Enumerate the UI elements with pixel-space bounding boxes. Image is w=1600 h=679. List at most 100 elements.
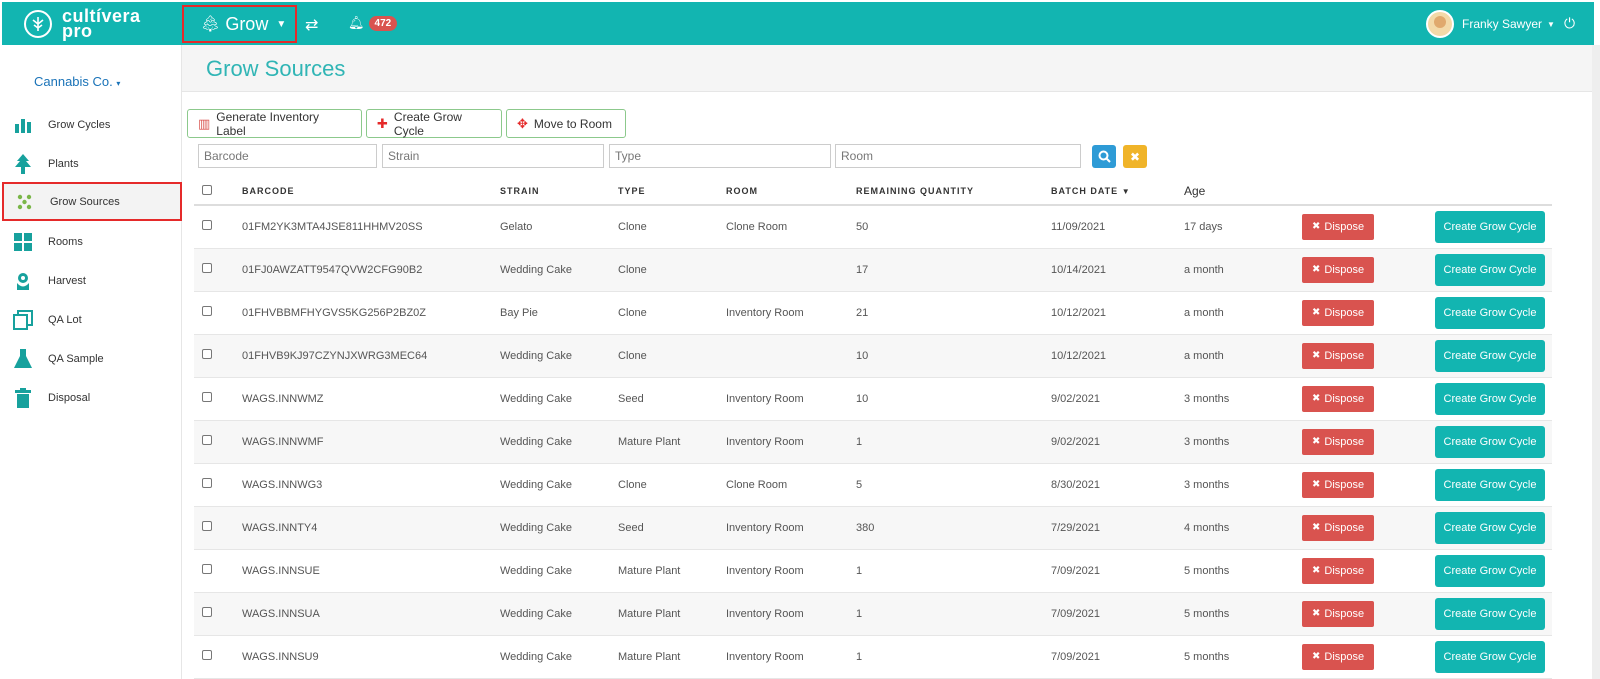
generate-inventory-label-button[interactable]: ▥ Generate Inventory Label bbox=[187, 109, 362, 138]
row-checkbox[interactable] bbox=[202, 392, 212, 402]
row-checkbox[interactable] bbox=[202, 478, 212, 488]
logo[interactable]: cultívera pro bbox=[24, 7, 141, 40]
sidebar-item-qa-lot[interactable]: QA Lot bbox=[2, 300, 182, 339]
dispose-button[interactable]: ✖ Dispose bbox=[1302, 213, 1375, 240]
swap-icon[interactable]: ⇄ bbox=[305, 15, 318, 35]
move-icon: ✥ bbox=[517, 115, 528, 131]
dispose-button[interactable]: ✖ Dispose bbox=[1302, 385, 1375, 412]
tree-icon bbox=[12, 153, 34, 175]
sidebar-item-disposal[interactable]: Disposal bbox=[2, 378, 182, 417]
create-grow-cycle-row-button[interactable]: Create Grow Cycle bbox=[1435, 425, 1545, 458]
create-grow-cycle-row-button[interactable]: Create Grow Cycle bbox=[1435, 296, 1545, 329]
cell-room: Inventory Room bbox=[726, 377, 856, 421]
dispose-button[interactable]: ✖ Dispose bbox=[1302, 471, 1375, 498]
row-checkbox[interactable] bbox=[202, 564, 212, 574]
cell-age: a month bbox=[1184, 291, 1302, 335]
dispose-button[interactable]: ✖ Dispose bbox=[1302, 514, 1375, 541]
column-header-strain[interactable]: STRAIN bbox=[500, 177, 618, 206]
row-checkbox[interactable] bbox=[202, 263, 212, 273]
module-dropdown[interactable]: 🌲︎ Grow ▼ bbox=[182, 5, 297, 43]
sidebar-item-label: QA Sample bbox=[48, 352, 104, 365]
table-row: WAGS.INNWMZ Wedding Cake Seed Inventory Roo… bbox=[194, 377, 1552, 421]
sidebar-item-label: Disposal bbox=[48, 391, 91, 404]
row-checkbox[interactable] bbox=[202, 435, 212, 445]
column-header-age[interactable]: Age bbox=[1184, 177, 1302, 206]
cell-type: Clone bbox=[618, 248, 726, 292]
cell-barcode: WAGS.INNSU9 bbox=[242, 635, 500, 679]
title-bar: Grow Sources bbox=[182, 45, 1594, 92]
row-checkbox[interactable] bbox=[202, 521, 212, 531]
cell-strain: Wedding Cake bbox=[500, 549, 618, 593]
column-header-type[interactable]: TYPE bbox=[618, 177, 726, 206]
row-checkbox[interactable] bbox=[202, 349, 212, 359]
button-label: Create Grow Cycle bbox=[393, 109, 462, 138]
cell-remaining-quantity: 1 bbox=[856, 420, 1051, 464]
create-grow-cycle-row-button[interactable]: Create Grow Cycle bbox=[1435, 554, 1545, 587]
cell-type: Clone bbox=[618, 205, 726, 249]
sidebar-item-label: QA Lot bbox=[48, 313, 82, 326]
strain-filter-input[interactable] bbox=[382, 144, 604, 168]
flask-icon bbox=[12, 348, 34, 370]
grid-icon bbox=[12, 231, 34, 253]
cell-barcode: WAGS.INNSUE bbox=[242, 549, 500, 593]
search-icon bbox=[1098, 150, 1111, 163]
button-label: Generate Inventory Label bbox=[216, 109, 320, 138]
sidebar-item-grow-cycles[interactable]: Grow Cycles bbox=[2, 105, 182, 144]
cell-remaining-quantity: 1 bbox=[856, 592, 1051, 636]
cell-remaining-quantity: 5 bbox=[856, 463, 1051, 507]
column-header-room[interactable]: ROOM bbox=[726, 177, 856, 206]
create-grow-cycle-button[interactable]: ✚ Create Grow Cycle bbox=[366, 109, 502, 138]
column-header-remaining-quantity[interactable]: REMAINING QUANTITY bbox=[856, 177, 1051, 206]
table-row: WAGS.INNSUA Wedding Cake Mature Plant Inven… bbox=[194, 592, 1552, 636]
create-grow-cycle-row-button[interactable]: Create Grow Cycle bbox=[1435, 339, 1545, 372]
select-all-checkbox[interactable] bbox=[202, 184, 212, 195]
sidebar-item-harvest[interactable]: Harvest bbox=[2, 261, 182, 300]
type-filter-input[interactable] bbox=[609, 144, 831, 168]
dispose-button[interactable]: ✖ Dispose bbox=[1302, 299, 1375, 326]
row-checkbox[interactable] bbox=[202, 220, 212, 231]
scrollbar[interactable] bbox=[1592, 45, 1600, 679]
sidebar-item-plants[interactable]: Plants bbox=[2, 144, 182, 183]
close-icon: ✖ bbox=[1312, 350, 1321, 361]
cell-type: Clone bbox=[618, 291, 726, 335]
room-filter-input[interactable] bbox=[835, 144, 1081, 168]
create-grow-cycle-row-button[interactable]: Create Grow Cycle bbox=[1435, 640, 1545, 673]
row-checkbox[interactable] bbox=[202, 650, 212, 660]
org-selector[interactable]: Cannabis Co. ▾ bbox=[34, 74, 120, 89]
table-row: 01FM2YK3MTA4JSE811HHMV20SS Gelato Clone Clo… bbox=[194, 205, 1552, 249]
dispose-button[interactable]: ✖ Dispose bbox=[1302, 600, 1375, 627]
column-header-batch-date[interactable]: BATCH DATE ▼ bbox=[1051, 177, 1184, 206]
create-grow-cycle-row-button[interactable]: Create Grow Cycle bbox=[1435, 468, 1545, 501]
cell-strain: Bay Pie bbox=[500, 291, 618, 335]
sidebar-item-qa-sample[interactable]: QA Sample bbox=[2, 339, 182, 378]
barcode-filter-input[interactable] bbox=[198, 144, 377, 168]
create-grow-cycle-row-button[interactable]: Create Grow Cycle bbox=[1435, 511, 1545, 544]
dispose-button[interactable]: ✖ Dispose bbox=[1302, 256, 1375, 283]
sidebar-item-rooms[interactable]: Rooms bbox=[2, 222, 182, 261]
dispose-button[interactable]: ✖ Dispose bbox=[1302, 643, 1375, 670]
search-button[interactable] bbox=[1092, 145, 1116, 168]
cell-age: 5 months bbox=[1184, 635, 1302, 679]
notifications-button[interactable]: 🔔︎ 472 bbox=[348, 15, 398, 31]
create-grow-cycle-row-button[interactable]: Create Grow Cycle bbox=[1435, 253, 1545, 286]
cell-room bbox=[726, 248, 856, 292]
column-header-barcode[interactable]: BARCODE bbox=[242, 177, 500, 206]
dispose-button[interactable]: ✖ Dispose bbox=[1302, 557, 1375, 584]
cell-strain: Wedding Cake bbox=[500, 592, 618, 636]
dispose-button[interactable]: ✖ Dispose bbox=[1302, 342, 1375, 369]
create-grow-cycle-row-button[interactable]: Create Grow Cycle bbox=[1435, 210, 1545, 243]
row-checkbox[interactable] bbox=[202, 306, 212, 316]
cell-remaining-quantity: 10 bbox=[856, 377, 1051, 421]
clear-filters-button[interactable]: ✖ bbox=[1123, 145, 1147, 168]
row-checkbox[interactable] bbox=[202, 607, 212, 617]
cell-type: Mature Plant bbox=[618, 592, 726, 636]
sidebar-item-grow-sources[interactable]: Grow Sources bbox=[2, 182, 182, 221]
power-icon[interactable]: ⏻ bbox=[1564, 15, 1575, 32]
move-to-room-button[interactable]: ✥ Move to Room bbox=[506, 109, 626, 138]
cell-room: Inventory Room bbox=[726, 549, 856, 593]
bell-icon: 🔔︎ bbox=[348, 15, 365, 30]
create-grow-cycle-row-button[interactable]: Create Grow Cycle bbox=[1435, 382, 1545, 415]
dispose-button[interactable]: ✖ Dispose bbox=[1302, 428, 1375, 455]
create-grow-cycle-row-button[interactable]: Create Grow Cycle bbox=[1435, 597, 1545, 630]
user-menu[interactable]: Franky Sawyer ▼ bbox=[1426, 10, 1555, 38]
